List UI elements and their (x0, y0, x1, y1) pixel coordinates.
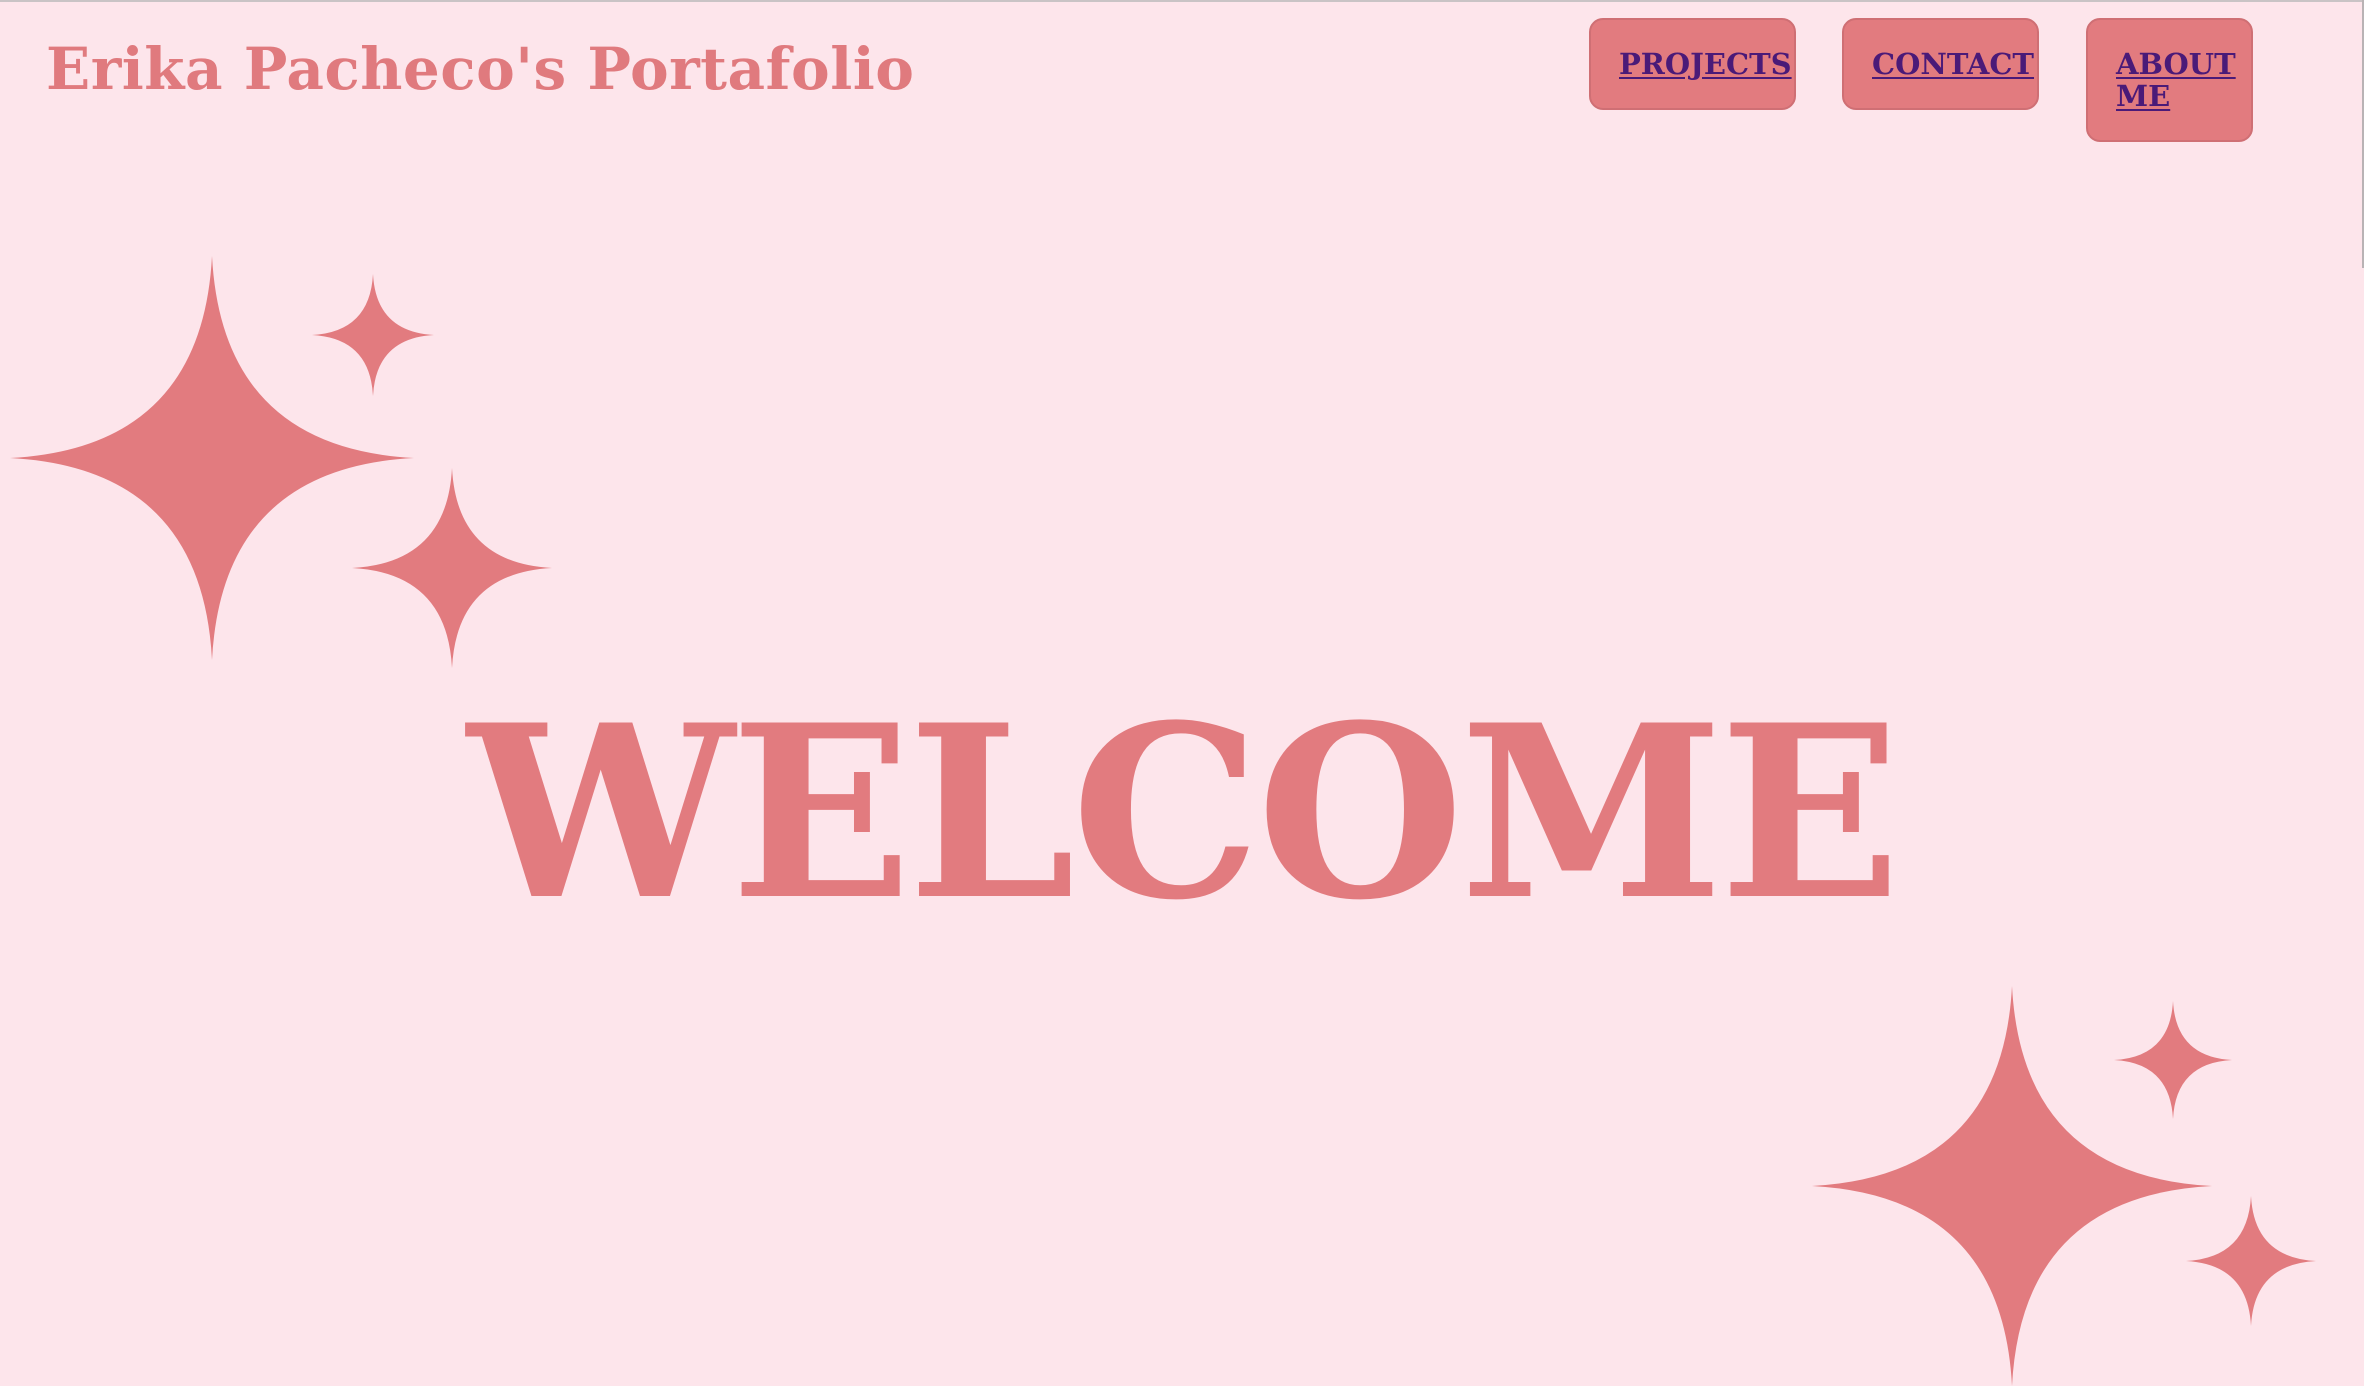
sparkle-icon-small (312, 274, 434, 396)
welcome-heading: WELCOME (467, 674, 1901, 953)
sparkle-icon-bottom-corner (2186, 1196, 2316, 1326)
sparkle-icon-medium (352, 468, 552, 668)
about-me-button[interactable]: ABOUT ME (2086, 18, 2253, 142)
window-top-border (0, 0, 2364, 2)
contact-button[interactable]: CONTACT (1842, 18, 2039, 110)
projects-button[interactable]: PROJECTS (1589, 18, 1796, 110)
sparkle-icon-bottom-small (2114, 1001, 2232, 1119)
site-title: Erika Pacheco's Portafolio (46, 35, 915, 103)
